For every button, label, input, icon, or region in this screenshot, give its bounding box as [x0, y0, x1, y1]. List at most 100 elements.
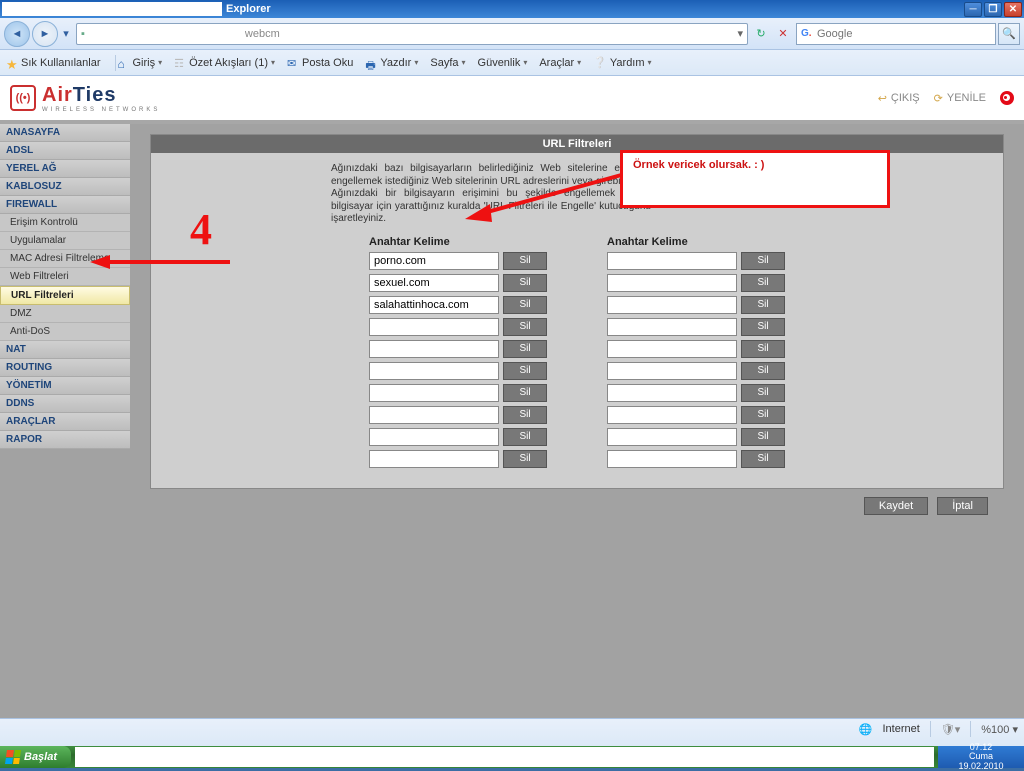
- sidebar-section-kablosuz[interactable]: KABLOSUZ: [0, 178, 130, 196]
- sidebar-item-uygulamalar[interactable]: Uygulamalar: [0, 232, 130, 250]
- sidebar-section-yerel-ağ[interactable]: YEREL AĞ: [0, 160, 130, 178]
- filter-row: Sil: [607, 252, 785, 270]
- logout-link[interactable]: ↩ÇIKIŞ: [878, 92, 920, 105]
- sidebar-section-adsl[interactable]: ADSL: [0, 142, 130, 160]
- delete-button[interactable]: Sil: [503, 252, 547, 270]
- minimize-button[interactable]: ─: [964, 2, 982, 17]
- keyword-input-left-0[interactable]: [369, 252, 499, 270]
- delete-button[interactable]: Sil: [741, 252, 785, 270]
- back-button[interactable]: ◄: [4, 21, 30, 47]
- keyword-input-right-8[interactable]: [607, 428, 737, 446]
- delete-button[interactable]: Sil: [741, 450, 785, 468]
- keyword-input-left-2[interactable]: [369, 296, 499, 314]
- keyword-input-right-6[interactable]: [607, 384, 737, 402]
- start-button[interactable]: Başlat: [0, 746, 71, 768]
- tools-menu[interactable]: Araçlar▾: [539, 57, 581, 69]
- close-button[interactable]: ✕: [1004, 2, 1022, 17]
- keyword-input-right-9[interactable]: [607, 450, 737, 468]
- print-menu[interactable]: 🖶Yazdır ▾: [365, 57, 418, 69]
- delete-button[interactable]: Sil: [503, 296, 547, 314]
- sidebar-section-nat[interactable]: NAT: [0, 341, 130, 359]
- delete-button[interactable]: Sil: [741, 428, 785, 446]
- keyword-input-left-5[interactable]: [369, 362, 499, 380]
- search-input[interactable]: [817, 28, 991, 40]
- sidebar-item-web-filtreleri[interactable]: Web Filtreleri: [0, 268, 130, 286]
- filter-row: Sil: [369, 362, 547, 380]
- keyword-column-left: Anahtar Kelime SilSilSilSilSilSilSilSilS…: [369, 236, 547, 472]
- keyword-input-right-3[interactable]: [607, 318, 737, 336]
- system-tray[interactable]: 07:12 Cuma 19.02.2010: [938, 746, 1024, 768]
- delete-button[interactable]: Sil: [741, 384, 785, 402]
- filter-row: Sil: [369, 340, 547, 358]
- search-button[interactable]: 🔍: [998, 23, 1020, 45]
- delete-button[interactable]: Sil: [741, 274, 785, 292]
- zoom-level[interactable]: %100 ▾: [981, 723, 1018, 736]
- sidebar-item-url-filtreleri[interactable]: URL Filtreleri: [0, 286, 130, 305]
- sidebar-item-dmz[interactable]: DMZ: [0, 305, 130, 323]
- sidebar-section-firewall[interactable]: FIREWALL: [0, 196, 130, 214]
- delete-button[interactable]: Sil: [741, 318, 785, 336]
- keyword-input-right-1[interactable]: [607, 274, 737, 292]
- sidebar-section-anasayfa[interactable]: ANASAYFA: [0, 124, 130, 142]
- page-menu[interactable]: Sayfa▾: [430, 57, 465, 69]
- content-area: URL Filtreleri Ağınızdaki bazı bilgisaya…: [130, 124, 1024, 718]
- delete-button[interactable]: Sil: [741, 406, 785, 424]
- feeds-menu[interactable]: ☶Özet Akışları (1) ▾: [174, 57, 275, 69]
- refresh-button[interactable]: ↻: [752, 25, 770, 43]
- sidebar-section-routing[interactable]: ROUTING: [0, 359, 130, 377]
- delete-button[interactable]: Sil: [503, 428, 547, 446]
- keyword-input-right-2[interactable]: [607, 296, 737, 314]
- delete-button[interactable]: Sil: [503, 340, 547, 358]
- mail-menu[interactable]: ✉Posta Oku: [287, 57, 353, 69]
- keyword-input-left-1[interactable]: [369, 274, 499, 292]
- stop-button[interactable]: ✕: [774, 25, 792, 43]
- page-viewport: ((•) AirTies wireless networks ↩ÇIKIŞ ⟳Y…: [0, 76, 1024, 718]
- sidebar-item-mac-adresi-filtreleme[interactable]: MAC Adresi Filtreleme: [0, 250, 130, 268]
- windows-logo-icon: [5, 750, 21, 764]
- sidebar-item-anti-dos[interactable]: Anti-DoS: [0, 323, 130, 341]
- search-box[interactable]: G.: [796, 23, 996, 45]
- address-bar[interactable]: ▪ ▾: [76, 23, 748, 45]
- feeds-label: Özet Akışları (1): [189, 57, 268, 69]
- sidebar-section-araçlar[interactable]: ARAÇLAR: [0, 413, 130, 431]
- home-menu[interactable]: ⌂Giriş ▾: [118, 57, 163, 69]
- cancel-button[interactable]: İptal: [937, 497, 988, 515]
- keyword-input-right-5[interactable]: [607, 362, 737, 380]
- keyword-input-right-0[interactable]: [607, 252, 737, 270]
- sidebar-section-rapor[interactable]: RAPOR: [0, 431, 130, 449]
- sidebar-section-ddns[interactable]: DDNS: [0, 395, 130, 413]
- delete-button[interactable]: Sil: [503, 362, 547, 380]
- sidebar-item-erişim-kontrolü[interactable]: Erişim Kontrolü: [0, 214, 130, 232]
- keyword-input-left-9[interactable]: [369, 450, 499, 468]
- window-titlebar: Explorer ─ ❐ ✕: [0, 0, 1024, 18]
- sidebar-section-yöneti̇m[interactable]: YÖNETİM: [0, 377, 130, 395]
- save-button[interactable]: Kaydet: [864, 497, 928, 515]
- keyword-input-right-4[interactable]: [607, 340, 737, 358]
- delete-button[interactable]: Sil: [503, 384, 547, 402]
- refresh-link[interactable]: ⟳YENİLE: [934, 92, 986, 105]
- language-flag-tr[interactable]: [1000, 91, 1014, 105]
- keyword-input-right-7[interactable]: [607, 406, 737, 424]
- delete-button[interactable]: Sil: [503, 274, 547, 292]
- history-dropdown[interactable]: ▾: [60, 27, 72, 40]
- safety-menu[interactable]: Güvenlik▾: [478, 57, 528, 69]
- delete-button[interactable]: Sil: [741, 362, 785, 380]
- keyword-input-left-4[interactable]: [369, 340, 499, 358]
- keyword-input-left-8[interactable]: [369, 428, 499, 446]
- chevron-down-icon: ▾: [577, 58, 581, 67]
- delete-button[interactable]: Sil: [741, 340, 785, 358]
- keyword-input-left-6[interactable]: [369, 384, 499, 402]
- address-dropdown-icon[interactable]: ▾: [737, 27, 743, 40]
- delete-button[interactable]: Sil: [503, 450, 547, 468]
- favorites-button[interactable]: ★Sık Kullanılanlar: [6, 57, 101, 69]
- keyword-input-left-3[interactable]: [369, 318, 499, 336]
- chevron-down-icon: ▾: [462, 58, 466, 67]
- maximize-button[interactable]: ❐: [984, 2, 1002, 17]
- address-input[interactable]: [245, 28, 738, 40]
- delete-button[interactable]: Sil: [503, 318, 547, 336]
- help-menu[interactable]: ❔Yardım ▾: [593, 56, 651, 69]
- delete-button[interactable]: Sil: [741, 296, 785, 314]
- keyword-input-left-7[interactable]: [369, 406, 499, 424]
- delete-button[interactable]: Sil: [503, 406, 547, 424]
- forward-button[interactable]: ►: [32, 21, 58, 47]
